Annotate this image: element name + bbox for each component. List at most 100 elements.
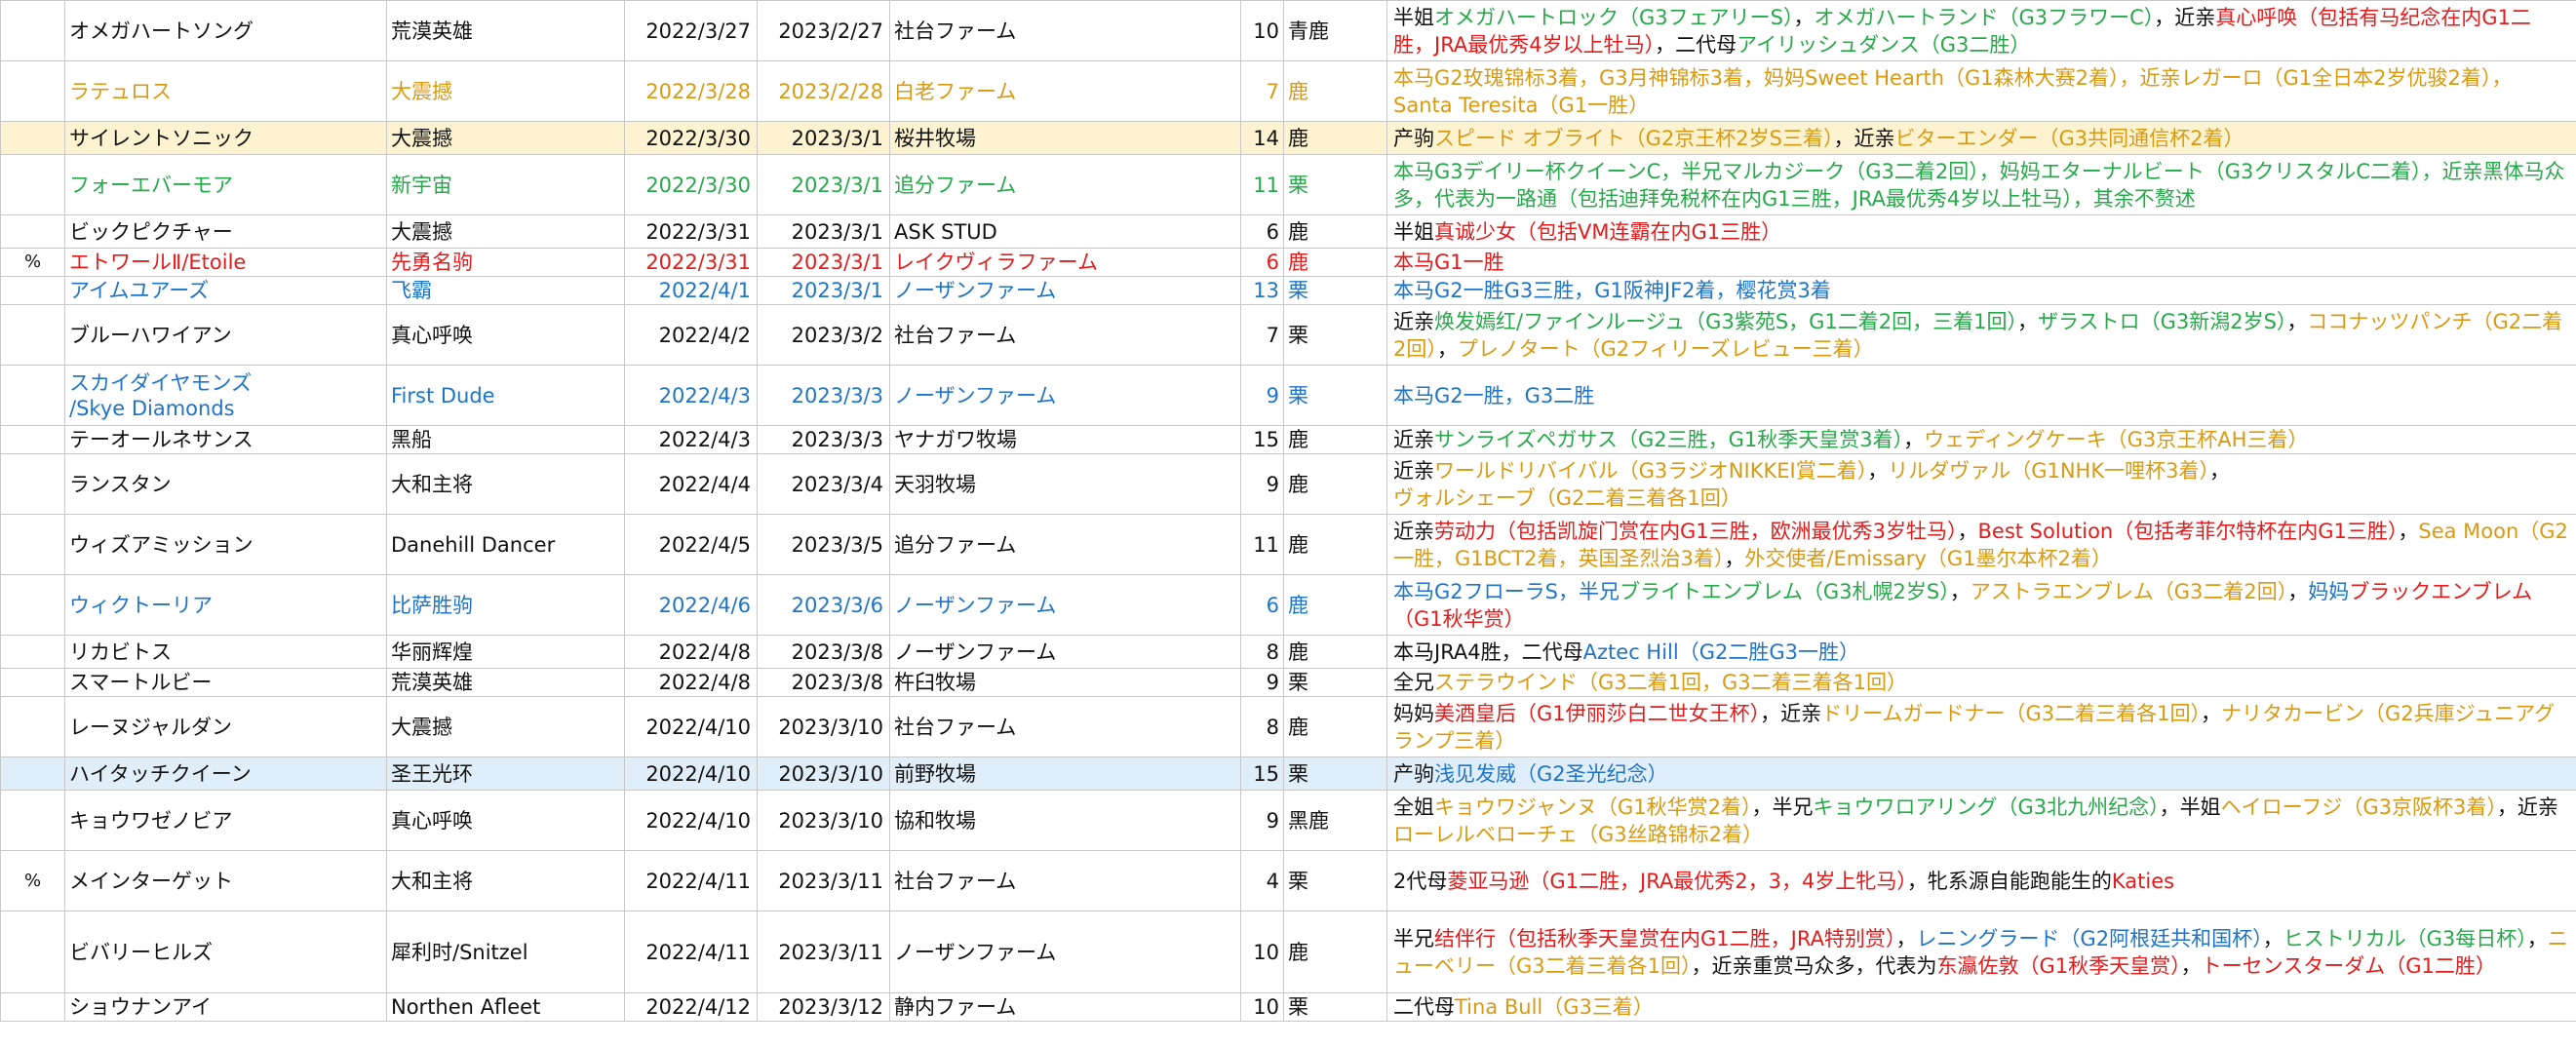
- mark-cell: [0, 453, 65, 515]
- horse-name-cell: ブルーハワイアン: [64, 304, 387, 366]
- horse-name-cell: メインターゲット: [64, 850, 387, 911]
- mark-cell: [0, 121, 65, 155]
- horse-name-cell: リカビトス: [64, 635, 387, 669]
- due-date-cell: 2023/3/1: [757, 248, 890, 277]
- note-segment: ローレルベローチェ（G3丝路锦标2着）: [1393, 822, 1763, 846]
- sire-cell: 圣王光环: [386, 756, 625, 791]
- note-segment: 真诚少女（包括VM连霸在内G1三胜）: [1434, 219, 1782, 244]
- number-cell: 10: [1240, 992, 1284, 1022]
- notes-cell: 妈妈美酒皇后（G1伊丽莎白二世女王杯），近亲ドリームガードナー（G3二着三着各1…: [1386, 696, 2576, 757]
- due-date-cell: 2023/3/8: [757, 635, 890, 669]
- horse-name-cell: ビバリーヒルズ: [64, 911, 387, 993]
- coat-color-cell: 鹿: [1283, 514, 1387, 575]
- note-segment: 浅见发威（G2圣光纪念）: [1434, 761, 1668, 786]
- note-segment: ，近亲重赏马众多，代表为: [1691, 953, 1937, 978]
- note-segment: 美酒皇后（G1伊丽莎白二世女王杯）: [1434, 701, 1761, 725]
- table-row: ビックピクチャー 大震撼 2022/3/31 2023/3/1 ASK STUD 6 鹿半姐…: [0, 214, 2576, 249]
- number-cell: 6: [1240, 214, 1284, 249]
- horse-name-cell: エトワールⅡ/Etoile: [64, 248, 387, 277]
- horse-table: オメガハートソング 荒漠英雄 2022/3/27 2023/2/27 社台ファーム 10 青…: [0, 0, 2576, 1022]
- mark-cell: [0, 574, 65, 636]
- mark-cell: %: [0, 248, 65, 277]
- date-cell: 2022/3/31: [624, 214, 758, 249]
- coat-color-cell: 鹿: [1283, 248, 1387, 277]
- notes-cell: 全姐キョウワジャンヌ（G1秋华赏2着），半兄キョウワロアリング（G3北九州纪念）…: [1386, 790, 2576, 851]
- note-segment: ，: [2201, 701, 2222, 725]
- note-segment: 本马G2一胜G3三胜，G1阪神JF2着，樱花赏3着: [1393, 279, 1831, 302]
- note-segment: ブライトエンブレム（G3札幌2岁S）: [1619, 579, 1950, 603]
- due-date-cell: 2023/3/1: [757, 121, 890, 155]
- coat-color-cell: 鹿: [1283, 214, 1387, 249]
- note-segment: スピード オブライト（G2京王杯2岁S三着）: [1434, 126, 1834, 150]
- table-row: スカイダイヤモンズ /Skye Diamonds First Dude 2022/4…: [0, 365, 2576, 426]
- date-cell: 2022/4/1: [624, 276, 758, 305]
- number-cell: 7: [1240, 304, 1284, 366]
- notes-cell: 本马G3デイリー杯クイーンC，半兄マルカジーク（G3二着2回），妈妈エターナルビ…: [1386, 154, 2576, 215]
- coat-color-cell: 栗: [1283, 992, 1387, 1022]
- number-cell: 4: [1240, 850, 1284, 911]
- note-segment: 半姐: [1393, 219, 1434, 244]
- note-segment: ワールドリバイバル（G3ラジオNIKKEI賞二着）: [1434, 458, 1868, 483]
- sire-cell: 大和主将: [386, 850, 625, 911]
- coat-color-cell: 黑鹿: [1283, 790, 1387, 851]
- date-cell: 2022/4/11: [624, 911, 758, 993]
- due-date-cell: 2023/3/1: [757, 154, 890, 215]
- note-segment: 劳动力（包括凯旋门赏在内G1三胜，欧洲最优秀3岁牡马）: [1434, 519, 1958, 543]
- farm-cell: 社台ファーム: [889, 304, 1241, 366]
- note-segment: ステラウインド（G3二着1回，G3二着三着各1回）: [1434, 671, 1907, 694]
- note-segment: サンライズペガサス（G2三胜，G1秋季天皇赏3着）: [1434, 428, 1904, 451]
- note-segment: キョウワジャンヌ（G1秋华赏2着）: [1434, 795, 1752, 819]
- note-segment: アイリッシュダンス（G3二胜）: [1737, 32, 2031, 57]
- farm-cell: 静内ファーム: [889, 992, 1241, 1022]
- farm-cell: 白老ファーム: [889, 60, 1241, 122]
- table-row: ビバリーヒルズ 犀利时/Snitzel 2022/4/11 2023/3/11 ノーザン…: [0, 911, 2576, 993]
- date-cell: 2022/4/3: [624, 365, 758, 426]
- note-segment: 东瀛佐敦（G1秋季天皇赏）: [1936, 953, 2181, 978]
- note-segment: ，近亲: [2496, 795, 2558, 819]
- horse-name-cell: テーオールネサンス: [64, 425, 387, 454]
- note-segment: ヒストリカル（G3每日杯）: [2283, 926, 2527, 950]
- sire-cell: 大和主将: [386, 453, 625, 515]
- mark-cell: [0, 790, 65, 851]
- notes-cell: 二代母Tina Bull（G3三着）: [1386, 992, 2576, 1022]
- coat-color-cell: 栗: [1283, 365, 1387, 426]
- sire-cell: 先勇名驹: [386, 248, 625, 277]
- note-segment: ，: [1903, 428, 1925, 451]
- sire-cell: 华丽辉煌: [386, 635, 625, 669]
- note-segment: ，: [2287, 579, 2309, 603]
- sire-cell: 荒漠英雄: [386, 0, 625, 61]
- date-cell: 2022/4/10: [624, 696, 758, 757]
- date-cell: 2022/4/10: [624, 790, 758, 851]
- table-body: オメガハートソング 荒漠英雄 2022/3/27 2023/2/27 社台ファーム 10 青…: [0, 0, 2576, 1022]
- notes-cell: 2代母菱亚马逊（G1二胜，JRA最优秀2，3，4岁上牝马），牝系源自能跑能生的K…: [1386, 850, 2576, 911]
- horse-name-cell: ウィズアミッション: [64, 514, 387, 575]
- note-segment: 近亲: [1393, 519, 1434, 543]
- due-date-cell: 2023/3/1: [757, 214, 890, 249]
- note-segment: ，半兄: [1751, 795, 1814, 819]
- mark-cell: [0, 635, 65, 669]
- note-segment: オメガハートランド（G3フラワーC）: [1814, 5, 2155, 29]
- horse-name-cell: スマートルビー: [64, 668, 387, 697]
- coat-color-cell: 栗: [1283, 276, 1387, 305]
- number-cell: 15: [1240, 425, 1284, 454]
- number-cell: 11: [1240, 514, 1284, 575]
- mark-cell: [0, 0, 65, 61]
- horse-name-cell: ラテュロス: [64, 60, 387, 122]
- sire-cell: 黑船: [386, 425, 625, 454]
- note-segment: 2代母: [1393, 869, 1448, 893]
- note-segment: ，近亲: [1833, 126, 1895, 150]
- note-segment: 产驹: [1393, 761, 1434, 786]
- due-date-cell: 2023/3/10: [757, 790, 890, 851]
- note-segment: ，近亲: [1760, 701, 1822, 725]
- table-row: ハイタッチクイーン 圣王光环 2022/4/10 2023/3/10 前野牧場 15 栗产驹…: [0, 756, 2576, 791]
- notes-cell: 近亲サンライズペガサス（G2三胜，G1秋季天皇赏3着），ウェディングケーキ（G3…: [1386, 425, 2576, 454]
- farm-cell: ノーザンファーム: [889, 365, 1241, 426]
- date-cell: 2022/3/30: [624, 154, 758, 215]
- farm-cell: 追分ファーム: [889, 154, 1241, 215]
- sire-cell: 犀利时/Snitzel: [386, 911, 625, 993]
- mark-cell: [0, 214, 65, 249]
- number-cell: 9: [1240, 790, 1284, 851]
- sire-cell: 真心呼唤: [386, 790, 625, 851]
- horse-name-cell: ハイタッチクイーン: [64, 756, 387, 791]
- notes-cell: 全兄ステラウインド（G3二着1回，G3二着三着各1回）: [1386, 668, 2576, 697]
